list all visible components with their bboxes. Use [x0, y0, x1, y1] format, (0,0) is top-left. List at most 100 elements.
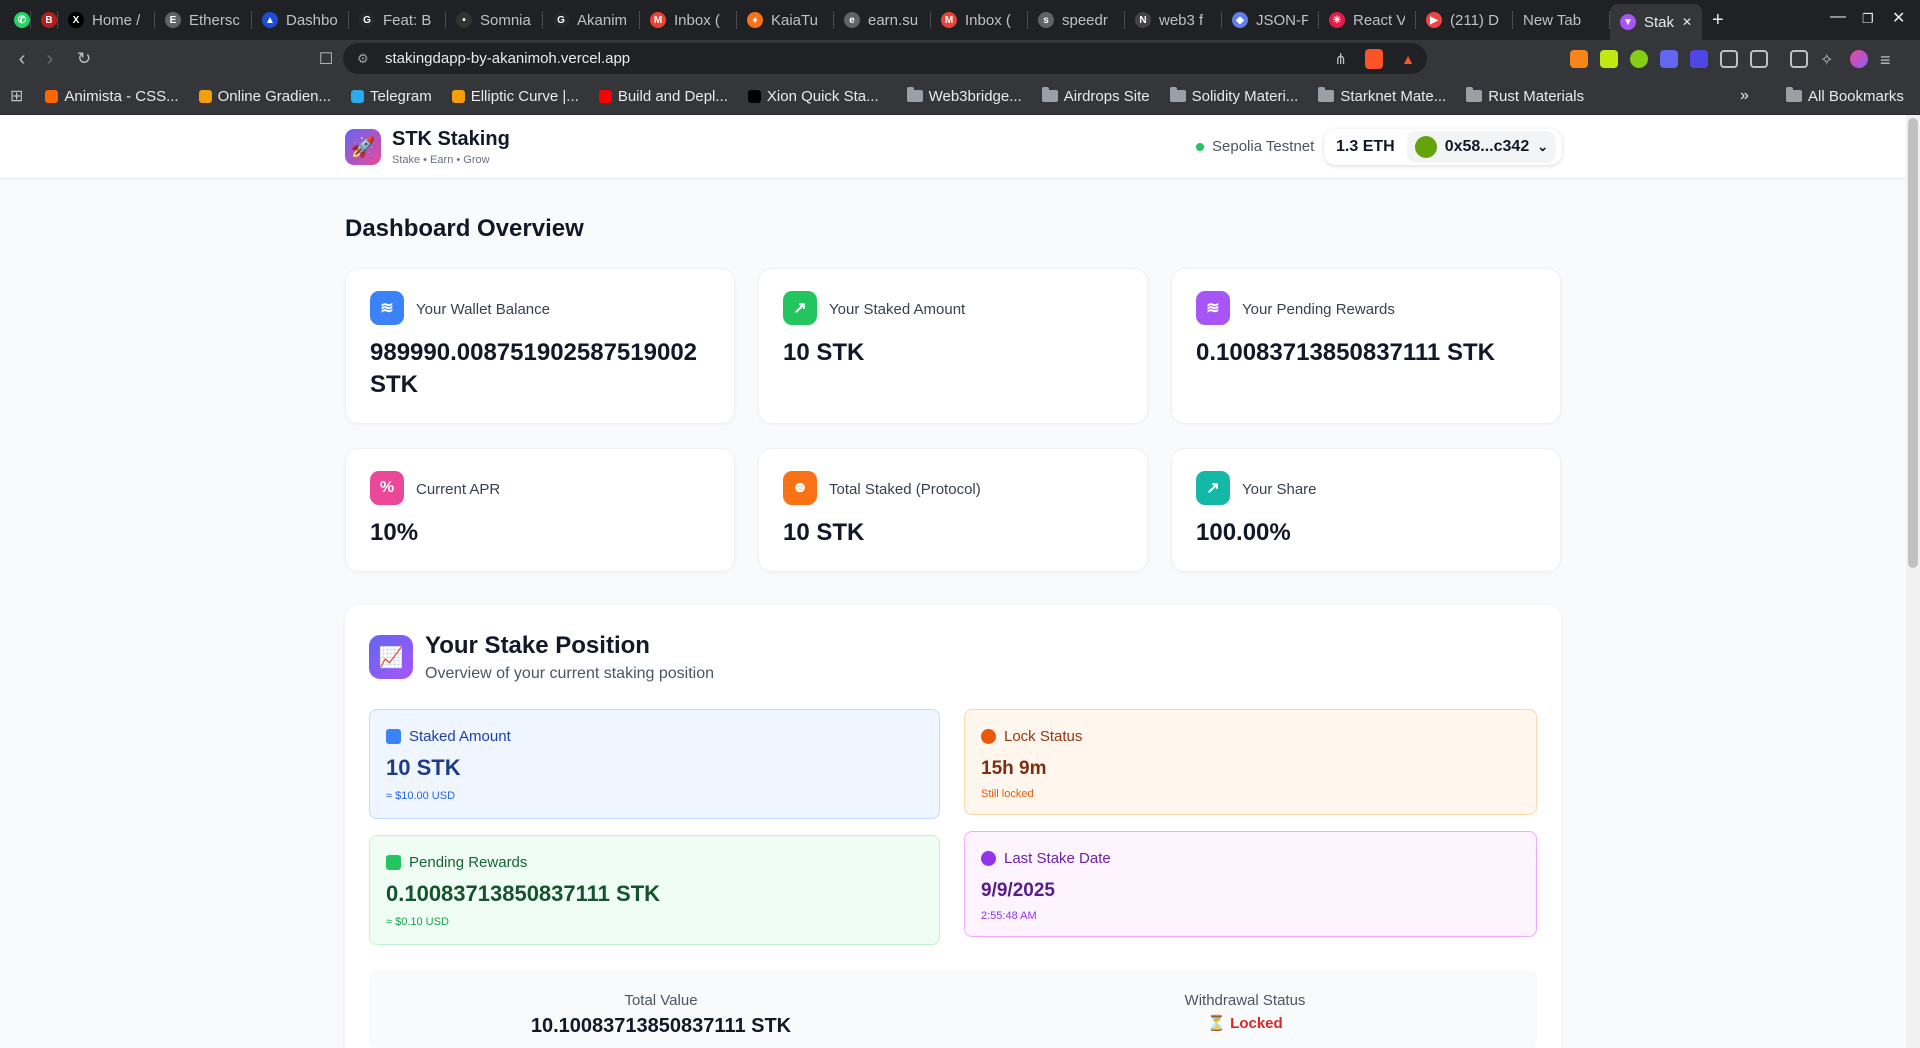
bookmark-label: Solidity Materi... — [1191, 87, 1299, 105]
tab-label: speedr — [1062, 11, 1108, 29]
browser-tab[interactable]: Nweb3 f — [1125, 5, 1221, 35]
reload-icon[interactable]: ↻ — [70, 49, 98, 69]
site-favicon-icon — [451, 89, 465, 103]
bookmark-folder[interactable]: Airdrops Site — [1032, 87, 1160, 105]
minimize-icon[interactable]: — — [1830, 8, 1846, 26]
tab-label: KaiaTu — [771, 11, 818, 29]
metamask-icon[interactable] — [1570, 50, 1588, 68]
browser-tab[interactable]: ✆ — [4, 5, 30, 35]
brand-name[interactable]: STK Staking — [392, 128, 510, 151]
total-value: 10.10083713850837111 STK — [530, 1015, 792, 1037]
total-value-label: Total Value — [624, 992, 698, 1009]
browser-tab[interactable]: ◆ JSON-F — [1222, 5, 1318, 35]
page-title: Dashboard Overview — [345, 215, 584, 242]
lock-remaining-value: 15h 9m — [981, 758, 1047, 779]
brave-rewards-icon[interactable]: ▲ — [1401, 51, 1415, 67]
staked-amount-label: Staked Amount — [409, 728, 511, 745]
stat-card-label: Total Staked (Protocol) — [829, 481, 981, 498]
bookmark-list: Animista - CSS... Online Gradien... Telegr… — [35, 87, 1594, 105]
back-icon[interactable]: ‹ — [8, 48, 36, 71]
account-button[interactable]: 0x58...c342 ⌄ — [1406, 131, 1557, 163]
pending-rewards-value: 0.10083713850837111 STK — [386, 881, 661, 906]
forward-icon[interactable]: › — [36, 48, 64, 71]
site-favicon-icon — [45, 89, 59, 103]
menu-icon[interactable]: ≡ — [1880, 50, 1898, 70]
bookmark-icon[interactable]: ☐ — [312, 49, 340, 69]
sidebar-icon[interactable] — [1790, 50, 1808, 68]
browser-tab[interactable]: E Ethersc — [155, 5, 251, 35]
scrollbar-thumb[interactable] — [1908, 118, 1918, 568]
extension-icon[interactable] — [1630, 50, 1648, 68]
browser-tab[interactable]: ▶ (211) D — [1416, 5, 1512, 35]
folder-icon — [906, 87, 923, 102]
bookmark-label: Xion Quick Sta... — [766, 87, 879, 105]
close-tab-icon[interactable]: ✕ — [1682, 15, 1692, 29]
stat-card-label: Your Share — [1242, 481, 1317, 498]
stat-card-label: Current APR — [416, 481, 501, 498]
browser-tab[interactable]: • Somnia — [446, 5, 542, 35]
bookmark-label: Build and Depl... — [617, 87, 728, 105]
address-bar[interactable]: ⚙ stakingdapp-by-akanimoh.vercel.app ⋔ ▲ — [343, 43, 1427, 74]
restore-icon[interactable]: ❐ — [1862, 11, 1874, 27]
tab-favicon-icon: ▼ — [1620, 14, 1636, 30]
bookmark-folder[interactable]: Solidity Materi... — [1160, 87, 1309, 105]
tab-label: Stak — [1644, 13, 1674, 31]
more-bookmarks-icon[interactable]: » — [1740, 87, 1749, 105]
tab-active[interactable]: ▼ Stak ✕ — [1610, 4, 1702, 40]
share-icon[interactable]: ⋔ — [1334, 50, 1347, 68]
wallet-address: 0x58...c342 — [1444, 138, 1530, 155]
browser-tab[interactable]: X Home / — [58, 5, 154, 35]
stat-card: ≋ Your Pending Rewards 0.10083713850837111… — [1171, 268, 1561, 424]
browser-tab[interactable]: B — [31, 5, 57, 35]
extension-icon[interactable] — [1600, 50, 1618, 68]
extension-icon[interactable] — [1660, 50, 1678, 68]
close-window-icon[interactable]: ✕ — [1892, 8, 1905, 28]
profile-avatar[interactable] — [1850, 50, 1868, 68]
browser-tab[interactable]: G Akanim — [543, 5, 639, 35]
browser-tab[interactable]: ▲ Dashbo — [252, 5, 348, 35]
bookmark-item[interactable]: Xion Quick Sta... — [738, 88, 889, 105]
bookmark-folder[interactable]: Rust Materials — [1456, 87, 1594, 105]
bookmark-item[interactable]: Animista - CSS... — [35, 88, 188, 105]
bookmark-folder[interactable]: Starknet Mate... — [1308, 87, 1456, 105]
all-bookmarks[interactable]: All Bookmarks — [1776, 87, 1914, 105]
browser-tab[interactable]: G Feat: B — [349, 5, 445, 35]
bookmark-item[interactable]: Elliptic Curve |... — [442, 88, 589, 105]
new-tab-icon[interactable]: + — [1702, 9, 1734, 32]
bookmark-item[interactable]: Build and Depl... — [589, 88, 738, 105]
browser-tab[interactable]: e earn.su — [834, 5, 930, 35]
coins-icon — [386, 855, 401, 870]
wallet-connect-button[interactable]: 1.3 ETH 0x58...c342 ⌄ — [1324, 129, 1562, 165]
network-indicator: Sepolia Testnet — [1196, 138, 1314, 155]
last-stake-label: Last Stake Date — [1004, 850, 1111, 867]
chart-up-icon: ↗ — [783, 291, 817, 325]
browser-tab[interactable]: s speedr — [1028, 5, 1124, 35]
pending-rewards-header: Pending Rewards — [386, 854, 527, 871]
tab-label: Inbox ( — [674, 11, 720, 29]
leo-ai-icon[interactable]: ✧ — [1820, 50, 1838, 69]
bookmark-folder[interactable]: Web3bridge... — [897, 87, 1032, 105]
tab-label: New Tab — [1523, 11, 1582, 29]
brave-shields-icon[interactable] — [1365, 48, 1383, 69]
site-info-icon[interactable]: ⚙ — [357, 51, 369, 67]
folder-icon — [1466, 87, 1483, 102]
bookmark-item[interactable]: Online Gradien... — [189, 88, 341, 105]
tab-favicon-icon: B — [41, 12, 57, 28]
browser-tab[interactable]: New Tab — [1513, 5, 1609, 35]
rocket-icon[interactable]: 🚀 — [345, 129, 381, 165]
browser-tab[interactable]: ♦ KaiaTu — [737, 5, 833, 35]
lock-status-header: Lock Status — [981, 728, 1082, 745]
browser-tab[interactable]: M Inbox ( — [931, 5, 1027, 35]
last-stake-header: Last Stake Date — [981, 850, 1111, 867]
apps-grid-icon[interactable]: ⊞ — [10, 86, 23, 106]
puzzle-icon[interactable] — [1720, 50, 1738, 68]
folder-icon — [1169, 87, 1186, 102]
browser-tab[interactable]: M Inbox ( — [640, 5, 736, 35]
stat-card-label: Your Pending Rewards — [1242, 301, 1395, 318]
browser-tab[interactable]: ✳ React V — [1319, 5, 1415, 35]
staked-amount-usd: ≈ $10.00 USD — [386, 790, 456, 802]
folder-icon — [1786, 87, 1802, 102]
extension-icon[interactable] — [1690, 50, 1708, 68]
bookmark-item[interactable]: Telegram — [341, 88, 442, 105]
media-icon[interactable] — [1750, 50, 1768, 68]
